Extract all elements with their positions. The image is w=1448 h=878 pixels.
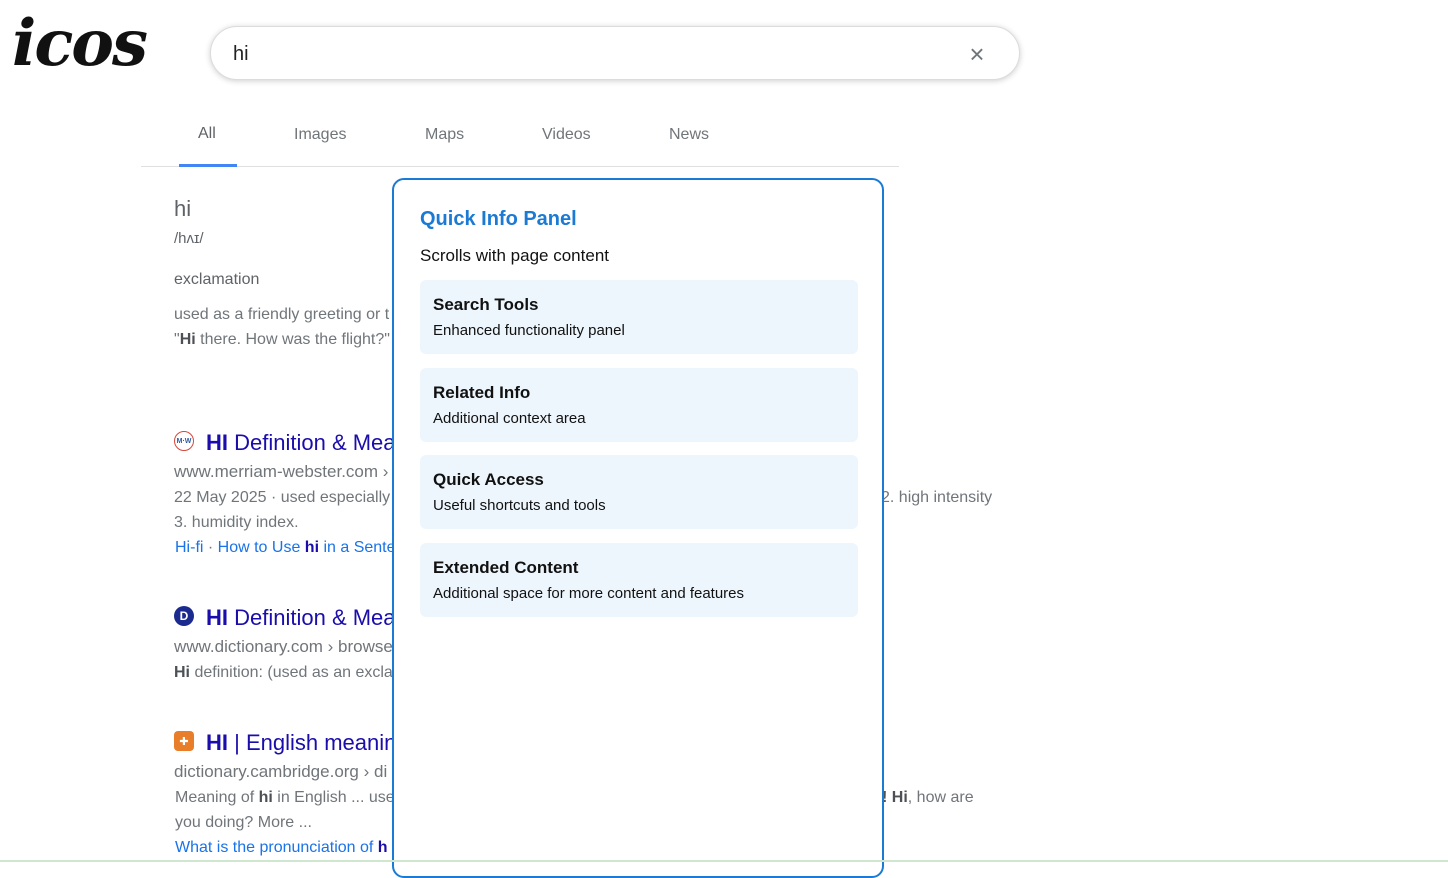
result-url: dictionary.cambridge.org › di xyxy=(174,762,388,781)
result-title-link[interactable]: HI | English meanin xyxy=(206,730,396,756)
result-title-link[interactable]: HI Definition & Mea xyxy=(206,605,396,631)
search-tabs: All Images Maps Videos News xyxy=(141,112,899,167)
cambridge-icon: ✚ xyxy=(174,731,194,751)
panel-card-extended-content[interactable]: Extended Content Additional space for mo… xyxy=(420,543,858,617)
tab-maps[interactable]: Maps xyxy=(425,126,464,144)
card-title: Quick Access xyxy=(433,470,544,489)
result-snippet: Hi definition: (used as an excla xyxy=(174,664,393,681)
clear-search-icon[interactable]: × xyxy=(965,40,989,68)
result-snippet: 22 May 2025 · used especially xyxy=(174,489,391,506)
dictionary-example: "Hi there. How was the flight?" xyxy=(174,331,390,348)
tab-images[interactable]: Images xyxy=(294,126,346,144)
result-sitelinks[interactable]: Hi-fi · How to Use hi in a Sente xyxy=(175,539,396,557)
panel-card-search-tools[interactable]: Search Tools Enhanced functionality pane… xyxy=(420,280,858,354)
card-description: Additional space for more content and fe… xyxy=(433,585,745,602)
panel-card-related-info[interactable]: Related Info Additional context area xyxy=(420,368,858,442)
dictionary-definition: used as a friendly greeting or t xyxy=(174,306,390,323)
merriam-webster-icon: M·W xyxy=(174,431,194,451)
search-box: × xyxy=(210,26,1020,80)
tab-all[interactable]: All xyxy=(198,125,216,143)
result-snippet: ! Hi, how are xyxy=(882,789,974,806)
dictionary-card: hi /hʌɪ/ exclamation used as a friendly … xyxy=(174,196,390,348)
panel-subtitle: Scrolls with page content xyxy=(420,246,609,265)
dictionary-com-icon: D xyxy=(174,606,194,626)
result-related-question[interactable]: What is the pronunciation of h xyxy=(175,839,388,857)
dictionary-word: hi xyxy=(174,196,192,221)
search-input[interactable] xyxy=(231,39,935,69)
result-snippet: Meaning of hi in English ... use xyxy=(175,789,395,806)
dictionary-phonetic: /hʌɪ/ xyxy=(174,230,204,247)
dictionary-part-of-speech: exclamation xyxy=(174,271,260,288)
tab-news[interactable]: News xyxy=(669,126,709,144)
result-snippet: you doing? More ... xyxy=(175,814,312,831)
result-title-link[interactable]: HI Definition & Mea xyxy=(206,430,396,456)
result-snippet: 3. humidity index. xyxy=(174,514,299,531)
panel-card-quick-access[interactable]: Quick Access Useful shortcuts and tools xyxy=(420,455,858,529)
card-description: Useful shortcuts and tools xyxy=(433,497,606,514)
card-description: Additional context area xyxy=(433,410,586,427)
card-title: Related Info xyxy=(433,383,531,402)
card-title: Extended Content xyxy=(433,558,579,577)
result-url: www.merriam-webster.com › xyxy=(174,462,389,481)
result-url: www.dictionary.com › browse xyxy=(174,637,393,656)
active-tab-indicator xyxy=(179,164,237,167)
card-description: Enhanced functionality panel xyxy=(433,322,625,339)
quick-info-panel: Quick Info Panel Scrolls with page conte… xyxy=(392,178,884,878)
panel-title: Quick Info Panel xyxy=(420,208,577,230)
site-logo[interactable]: icos xyxy=(12,4,148,84)
tab-videos[interactable]: Videos xyxy=(542,126,591,144)
card-title: Search Tools xyxy=(433,295,539,314)
result-snippet: 2. high intensity xyxy=(881,489,993,506)
